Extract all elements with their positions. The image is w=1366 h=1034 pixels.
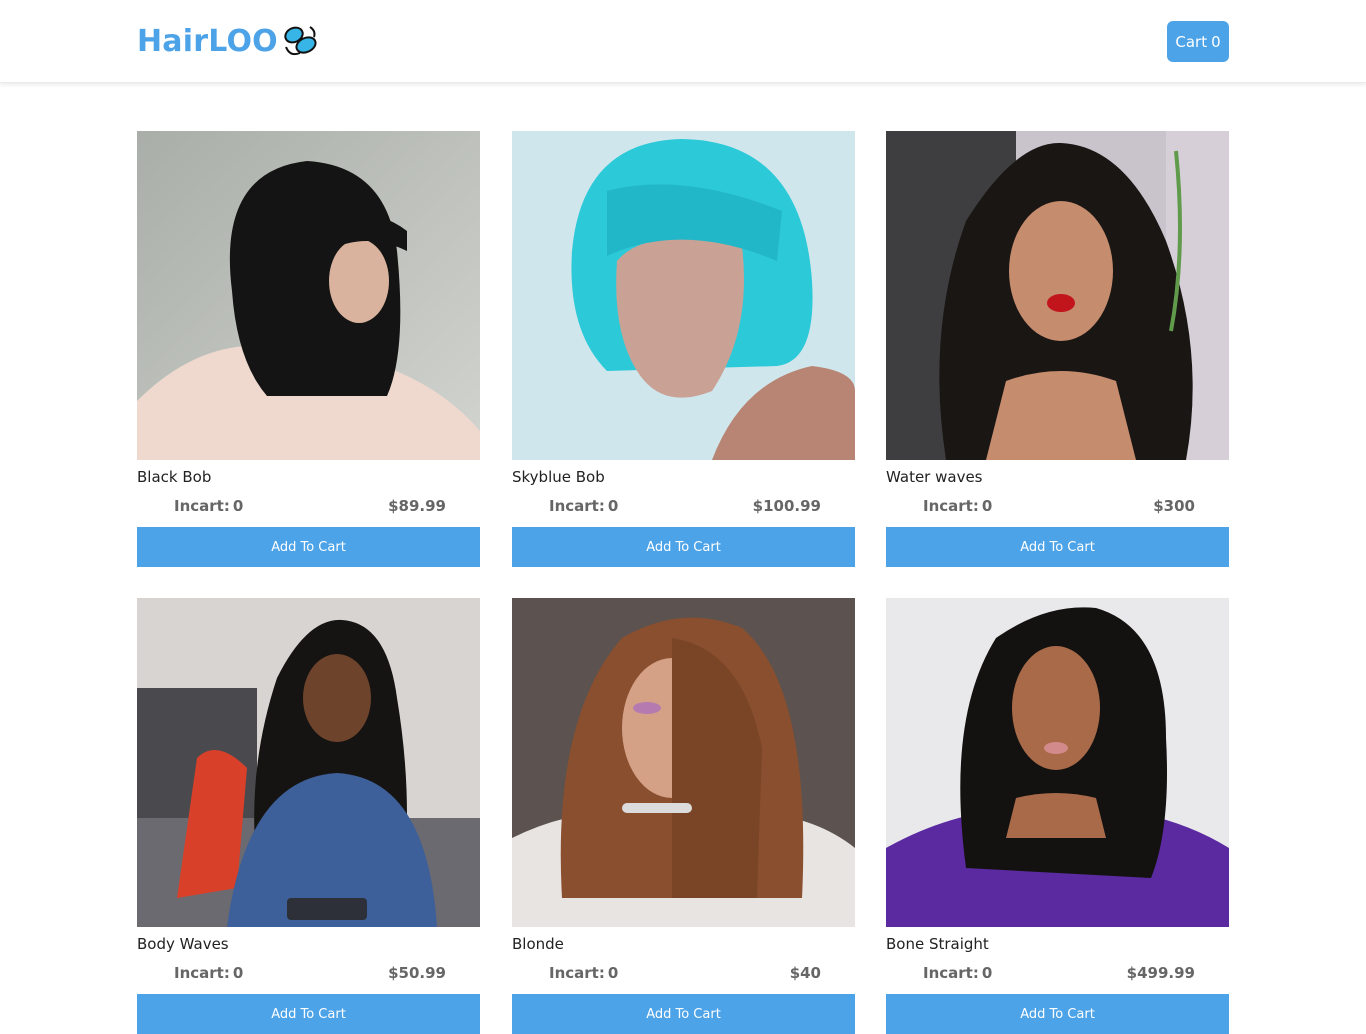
add-to-cart-button[interactable]: Add To Cart: [886, 527, 1229, 567]
product-price: $89.99: [388, 497, 446, 515]
product-image: [886, 131, 1229, 460]
add-to-cart-button[interactable]: Add To Cart: [512, 527, 855, 567]
brand-logo[interactable]: HairLOO: [137, 24, 320, 59]
product-price: $50.99: [388, 964, 446, 982]
cart-label: Cart: [1175, 32, 1208, 51]
product-meta: Incart: 0 $499.99: [886, 964, 1229, 984]
product-meta: Incart: 0 $300: [886, 497, 1229, 517]
brand-name: HairLOO: [137, 24, 278, 59]
cart-button[interactable]: Cart 0: [1167, 21, 1229, 62]
incart-count: Incart: 0: [549, 964, 619, 982]
add-to-cart-button[interactable]: Add To Cart: [137, 994, 480, 1034]
product-meta: Incart: 0 $50.99: [137, 964, 480, 984]
product-card: Blonde Incart: 0 $40 Add To Cart: [512, 598, 855, 1034]
product-price: $300: [1153, 497, 1195, 515]
top-nav: HairLOO Cart 0: [0, 0, 1366, 83]
product-card: Water waves Incart: 0 $300 Add To Cart: [886, 131, 1229, 567]
product-image: [886, 598, 1229, 927]
product-name: Black Bob: [137, 468, 212, 486]
product-meta: Incart: 0 $100.99: [512, 497, 855, 517]
product-price: $40: [789, 964, 821, 982]
product-image: [512, 131, 855, 460]
incart-count: Incart: 0: [174, 964, 244, 982]
product-name: Bone Straight: [886, 935, 989, 953]
butterfly-icon: [284, 25, 317, 55]
product-name: Water waves: [886, 468, 983, 486]
product-price: $100.99: [752, 497, 821, 515]
incart-count: Incart: 0: [923, 497, 993, 515]
incart-count: Incart: 0: [174, 497, 244, 515]
add-to-cart-button[interactable]: Add To Cart: [886, 994, 1229, 1034]
product-card: Body Waves Incart: 0 $50.99 Add To Cart: [137, 598, 480, 1034]
product-meta: Incart: 0 $89.99: [137, 497, 480, 517]
add-to-cart-button[interactable]: Add To Cart: [512, 994, 855, 1034]
product-name: Skyblue Bob: [512, 468, 605, 486]
product-image: [512, 598, 855, 927]
product-card: Black Bob Incart: 0 $89.99 Add To Cart: [137, 131, 480, 567]
product-price: $499.99: [1126, 964, 1195, 982]
product-meta: Incart: 0 $40: [512, 964, 855, 984]
product-name: Blonde: [512, 935, 564, 953]
product-card: Bone Straight Incart: 0 $499.99 Add To Ca…: [886, 598, 1229, 1034]
cart-count: 0: [1211, 32, 1221, 51]
add-to-cart-button[interactable]: Add To Cart: [137, 527, 480, 567]
incart-count: Incart: 0: [549, 497, 619, 515]
product-name: Body Waves: [137, 935, 229, 953]
incart-count: Incart: 0: [923, 964, 993, 982]
product-image: [137, 598, 480, 927]
product-image: [137, 131, 480, 460]
product-card: Skyblue Bob Incart: 0 $100.99 Add To Cart: [512, 131, 855, 567]
